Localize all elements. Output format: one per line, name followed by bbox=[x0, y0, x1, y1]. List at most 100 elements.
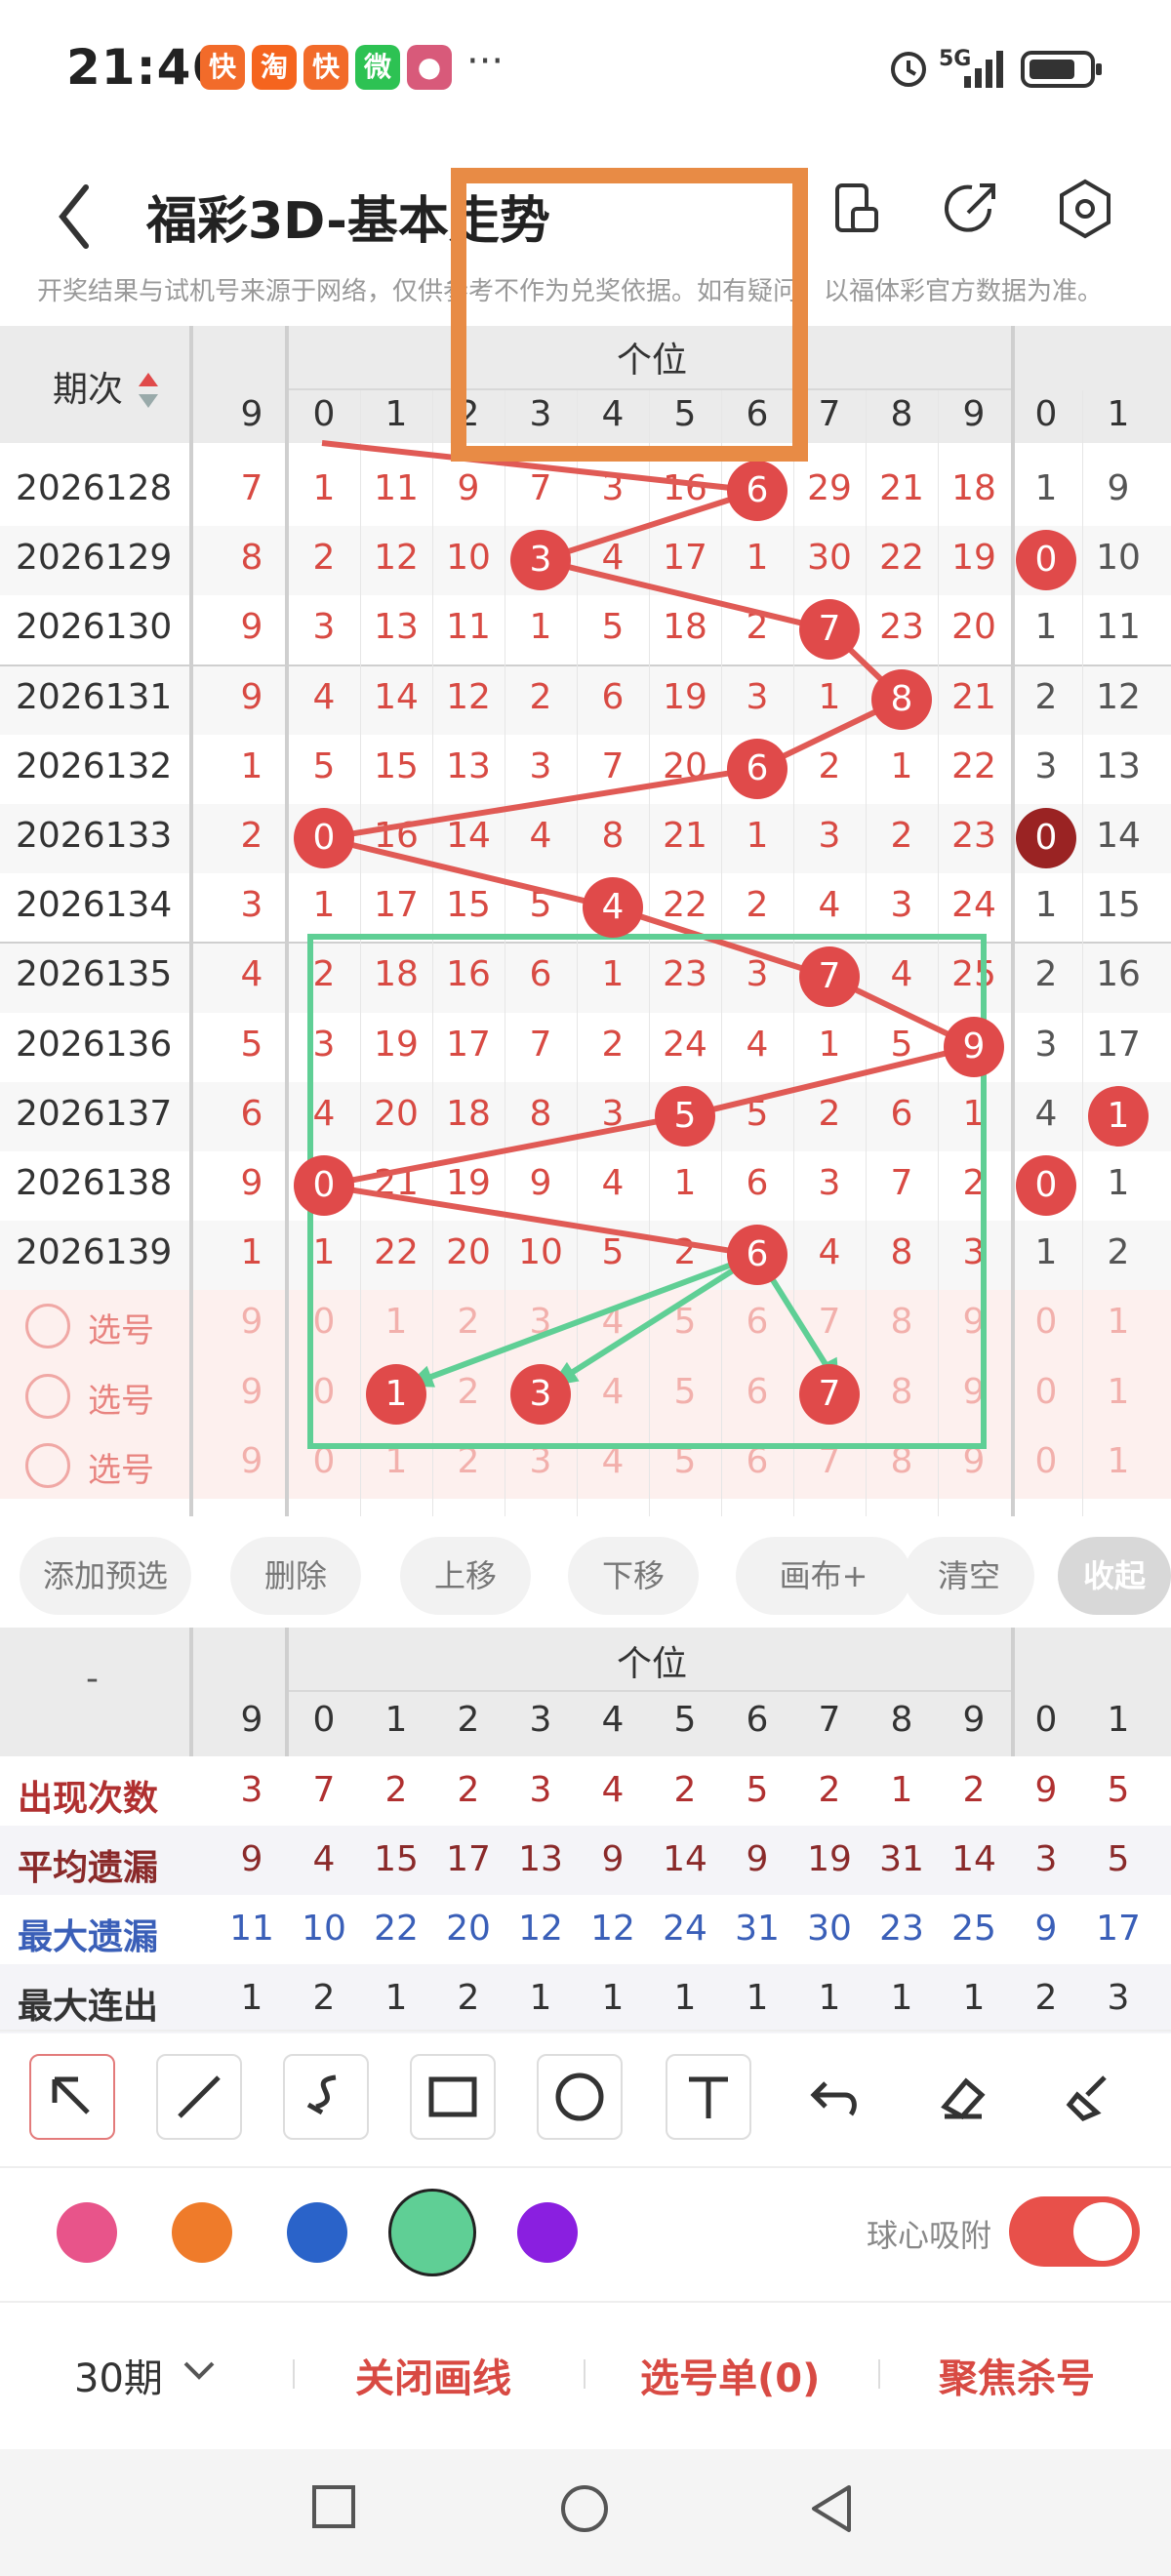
snap-toggle[interactable] bbox=[1009, 2196, 1140, 2267]
curve-icon[interactable] bbox=[283, 2054, 369, 2140]
nav-back-icon[interactable] bbox=[808, 2483, 855, 2534]
home-icon[interactable] bbox=[558, 2483, 611, 2536]
focus-kill-button[interactable]: 聚焦杀号 bbox=[939, 2347, 1095, 2403]
stats-table: - 个位 9 0 1 2 3 4 5 6 7 8 9 0 1 出现次数 3 7 2 2 3 4 2 5 2 1 2 9 5 平均遗漏 9… bbox=[0, 1628, 1171, 2033]
stats-value: 14 bbox=[951, 1839, 996, 1879]
select-arrow-icon[interactable] bbox=[29, 2054, 115, 2140]
picked-number-ball[interactable]: 3 bbox=[510, 1363, 571, 1425]
stats-row-label: 最大遗漏 bbox=[18, 1917, 159, 1957]
game-app-icon: ● bbox=[407, 45, 452, 90]
status-bar: 21:46 快 淘 快 微 ● ··· 5G bbox=[0, 0, 1171, 137]
bottom-divider-3 bbox=[878, 2359, 880, 2389]
stats-value: 1 bbox=[673, 1978, 697, 2018]
color-green[interactable] bbox=[388, 2189, 476, 2276]
circle-icon[interactable] bbox=[537, 2054, 623, 2140]
winning-number-ball: 0 bbox=[294, 808, 354, 868]
line-icon[interactable] bbox=[156, 2054, 242, 2140]
rectangle-icon[interactable] bbox=[410, 2054, 496, 2140]
action-button[interactable]: 删除 bbox=[230, 1537, 361, 1615]
color-purple[interactable] bbox=[517, 2202, 578, 2263]
stats-value: 31 bbox=[735, 1909, 780, 1949]
stats-value: 1 bbox=[890, 1978, 913, 2018]
settings-icon[interactable] bbox=[1046, 170, 1124, 248]
stats-value: 17 bbox=[1096, 1909, 1141, 1949]
stats-value: 13 bbox=[518, 1839, 563, 1879]
text-icon[interactable] bbox=[666, 2054, 751, 2140]
stats-column-header: 9 bbox=[240, 1700, 263, 1740]
stats-value: 9 bbox=[746, 1839, 769, 1879]
winning-number-ball: 4 bbox=[583, 877, 643, 939]
stats-value: 10 bbox=[302, 1909, 346, 1949]
stats-value: 2 bbox=[384, 1770, 408, 1810]
stats-value: 5 bbox=[1107, 1770, 1130, 1810]
color-orange[interactable] bbox=[172, 2202, 232, 2263]
picked-number-ball[interactable]: 7 bbox=[799, 1363, 860, 1425]
page-title: 福彩3D-基本走势 bbox=[146, 192, 550, 251]
back-icon[interactable] bbox=[49, 178, 107, 256]
stats-value: 9 bbox=[601, 1839, 625, 1879]
stats-value: 7 bbox=[312, 1770, 336, 1810]
stats-value: 22 bbox=[374, 1909, 419, 1949]
color-blue[interactable] bbox=[287, 2202, 347, 2263]
stats-value: 5 bbox=[1107, 1839, 1130, 1879]
phone-rotate-icon[interactable] bbox=[816, 170, 894, 248]
stats-value: 2 bbox=[673, 1770, 697, 1810]
stats-value: 1 bbox=[890, 1770, 913, 1810]
kuaishou-icon: 快 bbox=[200, 45, 245, 90]
undo-icon[interactable] bbox=[792, 2054, 878, 2140]
toggle-knob bbox=[1073, 2202, 1132, 2261]
clear-brush-icon[interactable] bbox=[1046, 2054, 1132, 2140]
winning-number-ball: 3 bbox=[510, 530, 571, 591]
stats-row-label: 出现次数 bbox=[18, 1779, 159, 1819]
stats-value: 9 bbox=[240, 1839, 263, 1879]
stats-column-header: 5 bbox=[673, 1700, 697, 1740]
stats-column-header: 2 bbox=[457, 1700, 480, 1740]
stats-value: 12 bbox=[590, 1909, 635, 1949]
picked-number-ball[interactable]: 1 bbox=[366, 1363, 426, 1425]
stats-column-header: 8 bbox=[890, 1700, 913, 1740]
action-button[interactable]: 画布+ bbox=[736, 1537, 911, 1615]
stats-value: 3 bbox=[1034, 1839, 1058, 1879]
stats-value: 9 bbox=[1034, 1770, 1058, 1810]
action-button[interactable]: 添加预选 bbox=[20, 1537, 191, 1615]
stats-value: 2 bbox=[457, 1978, 480, 2018]
action-button[interactable]: 上移 bbox=[400, 1537, 531, 1615]
stats-value: 23 bbox=[879, 1909, 924, 1949]
share-icon[interactable] bbox=[933, 170, 1011, 248]
stats-value: 24 bbox=[663, 1909, 707, 1949]
taobao-icon: 淘 bbox=[252, 45, 297, 90]
winning-number-ball: 1 bbox=[1088, 1085, 1149, 1147]
stats-value: 31 bbox=[879, 1839, 924, 1879]
stats-group-label: 个位 bbox=[616, 1644, 687, 1684]
recents-icon[interactable] bbox=[310, 2483, 357, 2530]
stats-row-label: 最大连出 bbox=[18, 1987, 159, 2027]
action-button[interactable]: 下移 bbox=[568, 1537, 699, 1615]
period-count-select[interactable]: 30期 bbox=[74, 2347, 163, 2403]
eraser-icon[interactable] bbox=[919, 2054, 1005, 2140]
stats-value: 2 bbox=[312, 1978, 336, 2018]
stats-value: 1 bbox=[384, 1978, 408, 2018]
stats-value: 1 bbox=[962, 1978, 986, 2018]
chevron-down-icon[interactable] bbox=[182, 2359, 217, 2383]
stats-column-header: 1 bbox=[1107, 1700, 1130, 1740]
pick-list-button[interactable]: 选号单(0) bbox=[640, 2347, 820, 2403]
bottom-divider-1 bbox=[293, 2359, 295, 2389]
stats-value: 2 bbox=[1034, 1978, 1058, 2018]
trend-table: 期次 个位 9012345678901 2026128 7 1 11 9 7 3 16 29 21… bbox=[0, 326, 1171, 1516]
signal-icon bbox=[964, 51, 1003, 88]
action-button[interactable]: 清空 bbox=[904, 1537, 1034, 1615]
color-pink[interactable] bbox=[57, 2202, 117, 2263]
stats-value: 1 bbox=[240, 1978, 263, 2018]
wechat-icon: 微 bbox=[355, 45, 400, 90]
stats-value: 4 bbox=[312, 1839, 336, 1879]
winning-number-ball: 0 bbox=[1016, 530, 1076, 591]
stats-value: 19 bbox=[807, 1839, 852, 1879]
stats-value: 1 bbox=[746, 1978, 769, 2018]
stats-row-label: 平均遗漏 bbox=[18, 1848, 159, 1888]
action-button[interactable]: 收起 bbox=[1058, 1537, 1171, 1615]
stats-value: 4 bbox=[601, 1770, 625, 1810]
stats-column-header: 1 bbox=[384, 1700, 408, 1740]
stats-corner: - bbox=[86, 1659, 99, 1699]
disclaimer-notice: 开奖结果与试机号来源于网络，仅供参考不作为兑奖依据。如有疑问，以福体彩官方数据为… bbox=[37, 277, 1104, 306]
close-lines-button[interactable]: 关闭画线 bbox=[355, 2347, 511, 2403]
